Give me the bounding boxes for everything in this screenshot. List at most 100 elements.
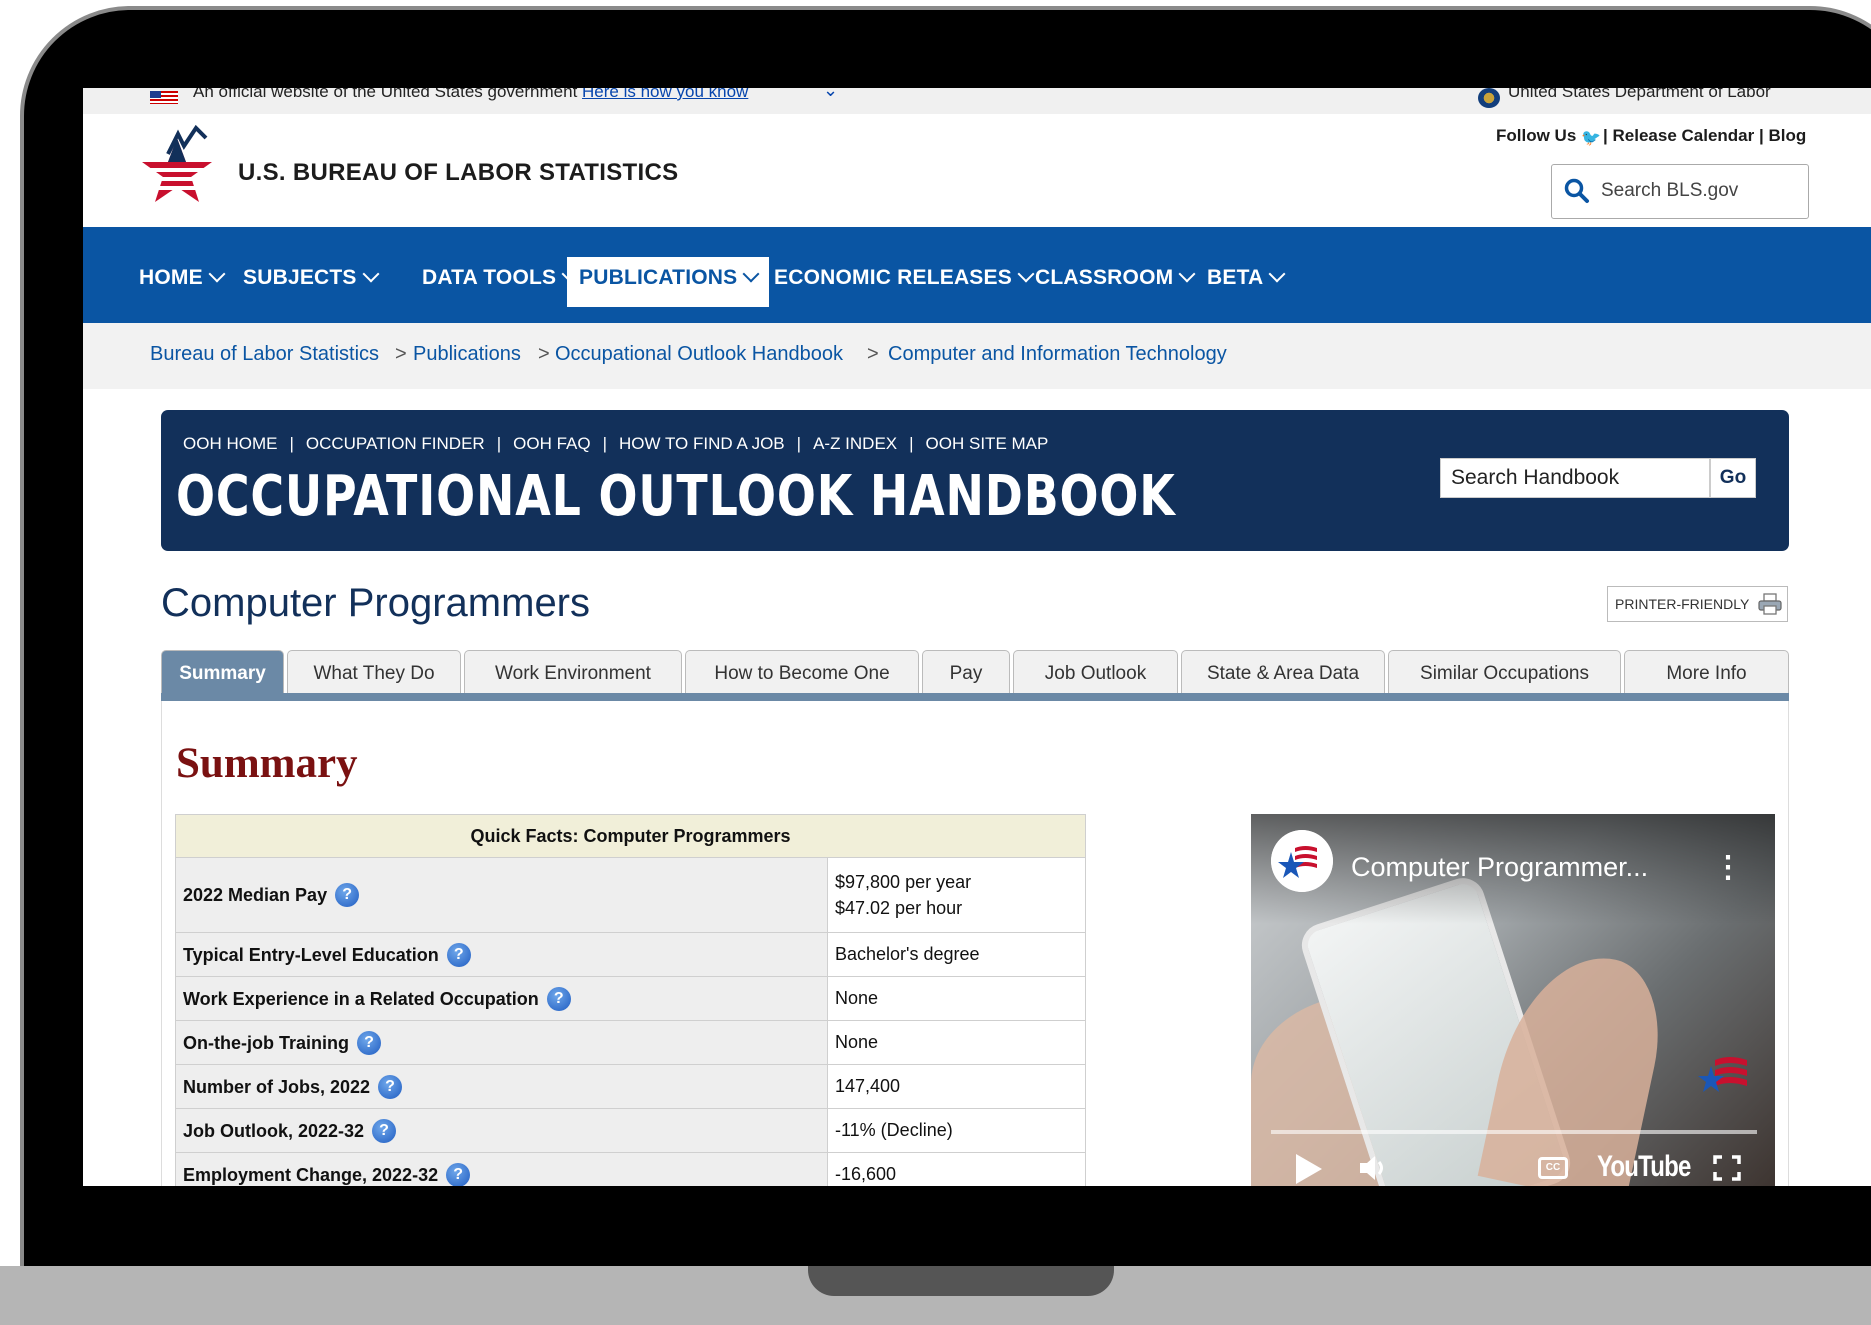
volume-icon[interactable] [1357, 1151, 1391, 1185]
fullscreen-icon[interactable] [1713, 1155, 1741, 1181]
follow-links: Follow Us 🐦 | Release Calendar | Blog [1496, 126, 1806, 147]
row-label: Job Outlook, 2022-32? [175, 1108, 828, 1153]
handbook-go-button[interactable]: Go [1710, 458, 1756, 498]
play-icon[interactable] [1296, 1154, 1322, 1184]
chevron-down-icon [742, 265, 760, 283]
breadcrumb-publications[interactable]: Publications [413, 343, 521, 366]
blog-link[interactable]: | Blog [1759, 126, 1806, 145]
nav-economic-releases[interactable]: ECONOMIC RELEASES [762, 257, 1044, 307]
row-value: None [827, 976, 1086, 1021]
tab-how-to-become-one[interactable]: How to Become One [685, 650, 919, 696]
tab-state-area-data[interactable]: State & Area Data [1181, 650, 1385, 696]
site-header: U.S. BUREAU OF LABOR STATISTICS Follow U… [83, 114, 1871, 227]
tab-work-environment[interactable]: Work Environment [464, 650, 682, 696]
video-title[interactable]: Computer Programmer... [1351, 852, 1648, 883]
follow-us-text: Follow Us [1496, 126, 1577, 145]
nav-classroom[interactable]: CLASSROOM [1023, 257, 1205, 307]
nav-home[interactable]: HOME [127, 257, 235, 307]
ooh-faq-link[interactable]: OOH FAQ [513, 434, 590, 453]
row-value: None [827, 1020, 1086, 1065]
table-row: Work Experience in a Related Occupation?… [175, 976, 1086, 1021]
tab-what-they-do[interactable]: What They Do [287, 650, 461, 696]
tab-similar-occupations[interactable]: Similar Occupations [1388, 650, 1621, 696]
row-label: On-the-job Training? [175, 1020, 828, 1065]
nav-data-tools-label: DATA TOOLS [422, 266, 557, 289]
youtube-video-player[interactable]: Computer Programmer... ⋮ CC YouTube [1251, 814, 1775, 1186]
table-row: Number of Jobs, 2022? 147,400 [175, 1064, 1086, 1109]
quick-facts-title: Quick Facts: Computer Programmers [175, 814, 1086, 858]
summary-heading: Summary [176, 740, 358, 787]
more-options-icon[interactable]: ⋮ [1713, 850, 1743, 885]
ooh-links: OOH HOME | OCCUPATION FINDER | OOH FAQ | HOW T… [183, 434, 1048, 454]
chevron-down-icon [208, 265, 226, 283]
printer-icon [1758, 593, 1782, 615]
page-title: Computer Programmers [161, 581, 591, 625]
bls-star-logo-icon[interactable] [138, 124, 216, 210]
help-icon[interactable]: ? [378, 1074, 403, 1099]
occupation-finder-link[interactable]: OCCUPATION FINDER [306, 434, 485, 453]
table-header-row: Quick Facts: Computer Programmers [175, 814, 1086, 858]
youtube-logo[interactable]: YouTube [1597, 1150, 1691, 1184]
row-value: Bachelor's degree [827, 932, 1086, 977]
main-nav: HOME SUBJECTS DATA TOOLS PUBLICATIONS EC… [83, 227, 1871, 323]
printer-friendly-label: PRINTER-FRIENDLY [1615, 596, 1750, 612]
bls-search-input[interactable]: Search BLS.gov [1551, 164, 1809, 219]
nav-data-tools[interactable]: DATA TOOLS [410, 257, 588, 307]
dol-text[interactable]: United States Department of Labor [1508, 88, 1771, 102]
site-title[interactable]: U.S. BUREAU OF LABOR STATISTICS [238, 159, 678, 187]
help-icon[interactable]: ? [446, 942, 471, 967]
closed-captions-icon[interactable]: CC [1538, 1157, 1568, 1179]
us-flag-icon [150, 91, 178, 104]
nav-beta-label: BETA [1207, 266, 1264, 289]
tab-pay[interactable]: Pay [922, 650, 1010, 696]
ooh-link-divider: | [289, 434, 294, 453]
median-pay-hour: $47.02 per hour [835, 897, 963, 918]
chevron-down-icon[interactable]: ⌄ [823, 88, 838, 101]
handbook-search-input[interactable]: Search Handbook [1440, 458, 1710, 498]
official-site-text: An official website of the United States… [193, 88, 748, 102]
tab-job-outlook[interactable]: Job Outlook [1013, 650, 1178, 696]
video-progress-bar[interactable] [1271, 1130, 1757, 1134]
how-to-find-job-link[interactable]: HOW TO FIND A JOB [619, 434, 785, 453]
breadcrumb-computer-it[interactable]: Computer and Information Technology [888, 343, 1227, 366]
printer-friendly-button[interactable]: PRINTER-FRIENDLY [1607, 586, 1788, 622]
table-row: Employment Change, 2022-32? -16,600 [175, 1152, 1086, 1186]
breadcrumb-ooh[interactable]: Occupational Outlook Handbook [555, 343, 843, 366]
release-calendar-link[interactable]: | Release Calendar [1603, 126, 1754, 145]
help-icon[interactable]: ? [546, 986, 571, 1011]
row-label: Number of Jobs, 2022? [175, 1064, 828, 1109]
ooh-home-link[interactable]: OOH HOME [183, 434, 277, 453]
tab-summary[interactable]: Summary [161, 650, 284, 696]
nav-economic-releases-label: ECONOMIC RELEASES [774, 266, 1012, 289]
tabs-underline [161, 693, 1789, 701]
breadcrumb-separator: > [538, 343, 550, 365]
table-row: On-the-job Training? None [175, 1020, 1086, 1065]
channel-avatar-icon[interactable] [1271, 830, 1333, 892]
breadcrumb-bls[interactable]: Bureau of Labor Statistics [150, 343, 379, 366]
nav-classroom-label: CLASSROOM [1035, 266, 1174, 289]
ooh-site-map-link[interactable]: OOH SITE MAP [926, 434, 1049, 453]
row-label: Typical Entry-Level Education? [175, 932, 828, 977]
help-icon[interactable]: ? [356, 1030, 381, 1055]
nav-subjects[interactable]: SUBJECTS [231, 257, 389, 307]
ooh-title[interactable]: OCCUPATIONAL OUTLOOK HANDBOOK [176, 464, 1176, 529]
help-icon[interactable]: ? [446, 1162, 471, 1186]
twitter-icon[interactable]: 🐦 [1581, 128, 1603, 147]
search-placeholder: Search BLS.gov [1601, 180, 1739, 201]
row-label-text: Job Outlook, 2022-32 [183, 1120, 365, 1141]
how-you-know-link[interactable]: Here is how you know [582, 88, 748, 101]
nav-beta[interactable]: BETA [1195, 257, 1295, 307]
tab-more-info[interactable]: More Info [1624, 650, 1789, 696]
official-text: An official website of the United States… [193, 88, 578, 101]
nav-publications[interactable]: PUBLICATIONS [567, 257, 770, 307]
chevron-down-icon [1178, 265, 1196, 283]
occupation-tabs: Summary What They Do Work Environment Ho… [161, 650, 1789, 698]
ooh-link-divider: | [602, 434, 608, 453]
ooh-banner: OOH HOME | OCCUPATION FINDER | OOH FAQ | HOW T… [161, 410, 1789, 551]
help-icon[interactable]: ? [335, 883, 360, 907]
az-index-link[interactable]: A-Z INDEX [813, 434, 897, 453]
row-label-text: Employment Change, 2022-32 [183, 1164, 439, 1185]
search-icon [1564, 178, 1589, 203]
row-label-text: On-the-job Training [183, 1032, 349, 1053]
help-icon[interactable]: ? [372, 1118, 397, 1143]
